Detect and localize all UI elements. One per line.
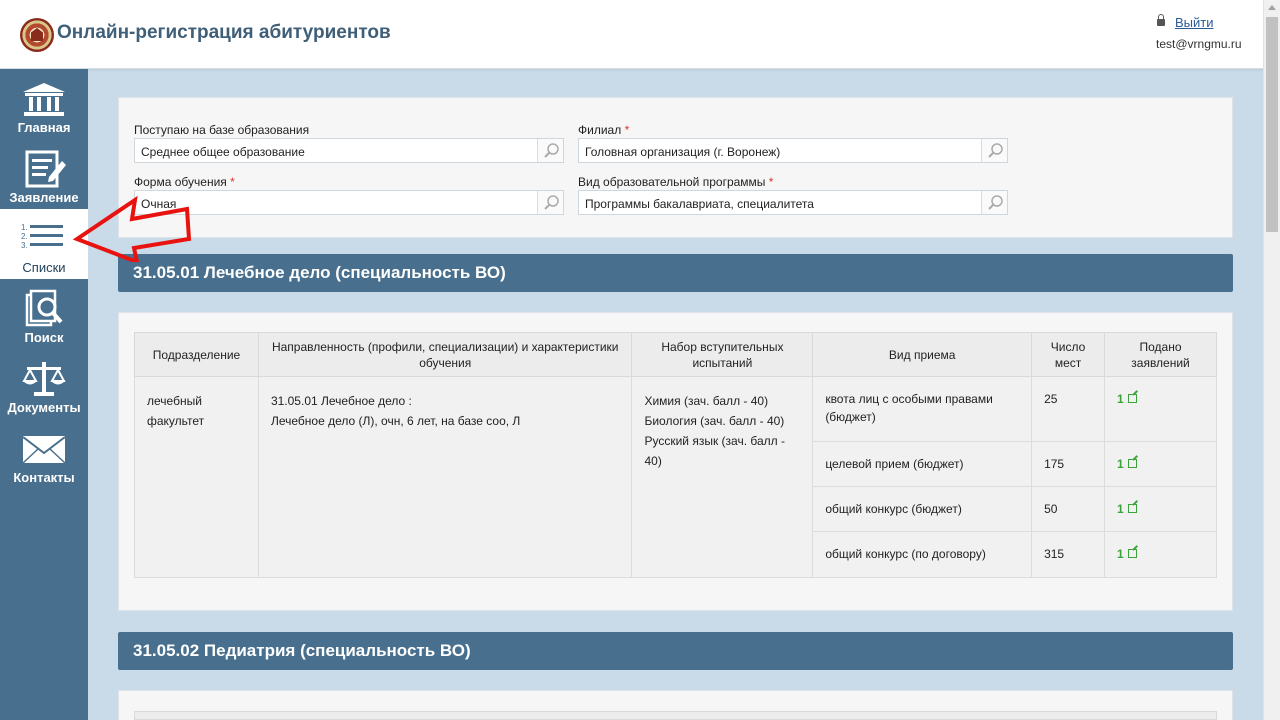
department-cell: лечебный факультет [134, 376, 259, 578]
external-link-icon [1127, 549, 1137, 558]
magnifier-icon [988, 195, 1003, 210]
program-table-2-header [134, 711, 1217, 720]
admission-type-text: квота лиц с особыми правами (бюджет) [813, 377, 1032, 442]
applications-count-link[interactable]: 1 [1117, 457, 1137, 471]
envelope-icon [22, 436, 66, 464]
applications-cell: 1 1 1 1 [1104, 376, 1217, 578]
external-link-icon [1127, 394, 1137, 403]
sidebar-item-label: Главная [17, 120, 71, 135]
form-edit-icon [25, 150, 66, 188]
magnifier-icon [988, 143, 1003, 158]
admission-type-text: общий конкурс (бюджет) [813, 487, 1032, 532]
program-code-text: 31.05.01 Лечебное дело : [270, 394, 412, 408]
exam-item: Химия (зач. балл - 40) [644, 394, 769, 408]
exam-item: Биология (зач. балл - 40) [644, 414, 785, 428]
sidebar-item-documents[interactable]: Документы [0, 349, 88, 419]
base-education-value: Среднее общее образование [141, 145, 305, 159]
program-table: Подразделение Направленность (профили, с… [134, 332, 1217, 578]
sidebar-item-label: Поиск [24, 330, 64, 345]
col-header-applications: Подано заявлений [1104, 332, 1217, 377]
logout-label: Выйти [1175, 15, 1214, 30]
program-type-label: Вид образовательной программы * [578, 175, 774, 189]
exam-item: Русский язык (зач. балл - 40) [644, 434, 785, 468]
seats-value: 50 [1032, 487, 1105, 532]
col-header-admission-type: Вид приема [812, 332, 1033, 377]
seats-cell: 25 175 50 315 [1031, 376, 1106, 578]
section-title-pediatrics[interactable]: 31.05.02 Педиатрия (специальность ВО) [118, 632, 1233, 670]
program-type-select[interactable]: Программы бакалавриата, специалитета [578, 190, 1008, 215]
seats-value: 175 [1032, 442, 1105, 487]
sidebar-item-home[interactable]: Главная [0, 69, 88, 139]
exams-cell: Химия (зач. балл - 40) Биология (зач. ба… [631, 376, 814, 578]
svg-text:1.: 1. [21, 223, 28, 232]
filter-panel: Поступаю на базе образования Среднее общ… [118, 97, 1233, 238]
sidebar-item-search[interactable]: Поиск [0, 279, 88, 349]
logout-link[interactable]: Выйти [1157, 14, 1214, 30]
bank-icon [23, 83, 65, 116]
applications-count-link[interactable]: 1 [1117, 502, 1137, 516]
app-title: Онлайн-регистрация абитуриентов [57, 22, 391, 43]
app-header: Онлайн-регистрация абитуриентов Выйти te… [0, 0, 1263, 69]
magnifier-icon [544, 143, 559, 158]
svg-text:3.: 3. [21, 241, 28, 250]
seats-value: 25 [1032, 377, 1105, 442]
admission-type-cell: квота лиц с особыми правами (бюджет) цел… [812, 376, 1033, 578]
scroll-thumb[interactable] [1266, 17, 1278, 232]
study-form-search-button[interactable] [537, 191, 563, 214]
magnifier-icon [544, 195, 559, 210]
program-type-search-button[interactable] [981, 191, 1007, 214]
page-scrollbar[interactable] [1263, 0, 1280, 720]
program-type-value: Программы бакалавриата, специалитета [585, 197, 814, 211]
svg-text:2.: 2. [21, 232, 28, 241]
scroll-up-arrow-icon[interactable] [1268, 5, 1276, 10]
sidebar-item-label: Документы [7, 400, 81, 415]
table-header-row: Подразделение Направленность (профили, с… [134, 332, 1217, 377]
branch-value: Головная организация (г. Воронеж) [585, 145, 781, 159]
table-row: лечебный факультет 31.05.01 Лечебное дел… [134, 376, 1217, 578]
col-header-profile: Направленность (профили, специализации) … [257, 332, 633, 377]
admission-type-text: целевой прием (бюджет) [813, 442, 1032, 487]
profile-cell: 31.05.01 Лечебное дело : Лечебное дело (… [257, 376, 633, 578]
annotation-arrow-icon [72, 195, 192, 262]
section-title-general-medicine[interactable]: 31.05.01 Лечебное дело (специальность ВО… [118, 254, 1233, 292]
branch-select[interactable]: Головная организация (г. Воронеж) [578, 138, 1008, 163]
lock-icon [1157, 14, 1165, 26]
base-education-select[interactable]: Среднее общее образование [134, 138, 564, 163]
branch-label: Филиал * [578, 123, 630, 137]
numbered-list-icon: 1. 2. 3. [21, 223, 63, 250]
seats-value: 315 [1044, 547, 1065, 561]
base-education-search-button[interactable] [537, 139, 563, 162]
col-header-seats: Число мест [1031, 332, 1106, 377]
study-form-label: Форма обучения * [134, 175, 235, 189]
scales-icon [22, 362, 66, 396]
applications-count-link[interactable]: 1 [1117, 392, 1137, 406]
col-header-exams: Набор вступительных испытаний [631, 332, 814, 377]
col-header-department: Подразделение [134, 332, 259, 377]
sidebar-item-contacts[interactable]: Контакты [0, 419, 88, 489]
university-logo [20, 18, 54, 52]
document-search-icon [25, 289, 63, 327]
external-link-icon [1127, 504, 1137, 513]
external-link-icon [1127, 459, 1137, 468]
base-education-label: Поступаю на базе образования [134, 123, 310, 137]
sidebar-nav: Главная Заявление 1. 2. 3. Списки Поиск … [0, 69, 88, 720]
program-details-text: Лечебное дело (Л), очн, 6 лет, на базе с… [270, 414, 521, 428]
admission-type-text: общий конкурс (по договору) [825, 547, 986, 561]
sidebar-item-label: Контакты [13, 470, 75, 485]
sidebar-item-label: Списки [22, 260, 66, 275]
applications-count-link[interactable]: 1 [1117, 547, 1137, 561]
user-email: test@vrngmu.ru [1156, 37, 1242, 51]
branch-search-button[interactable] [981, 139, 1007, 162]
study-form-select[interactable]: Очная [134, 190, 564, 215]
